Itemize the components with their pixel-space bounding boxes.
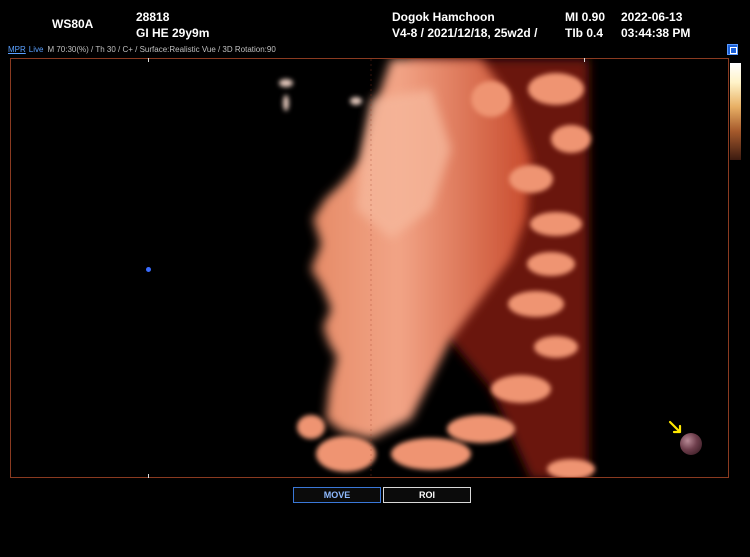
mpr-mode-label[interactable]: MPR xyxy=(8,45,26,54)
frame-tick xyxy=(584,58,585,62)
frame-tick xyxy=(148,58,149,62)
exam-time: 03:44:38 PM xyxy=(621,26,691,40)
render-params: M 70:30(%) / Th 30 / C+ / Surface:Realis… xyxy=(47,45,276,54)
patient-id: 28818 xyxy=(136,10,170,24)
move-button[interactable]: MOVE xyxy=(293,487,381,503)
frame-tick xyxy=(148,474,149,478)
fetal-3d-render xyxy=(279,59,595,477)
imaging-status-line: MPR Live M 70:30(%) / Th 30 / C+ / Surface… xyxy=(8,45,276,54)
grayscale-colorbar xyxy=(730,63,741,160)
patient-info: GI HE 29y9m xyxy=(136,26,210,40)
exam-date: 2022-06-13 xyxy=(621,10,683,24)
cursor-marker[interactable] xyxy=(146,267,151,272)
device-model: WS80A xyxy=(52,17,94,31)
ultrasound-3d-viewport[interactable] xyxy=(10,58,729,478)
thermal-index: TIb 0.4 xyxy=(565,26,604,40)
live-label: Live xyxy=(28,45,44,54)
roi-button[interactable]: ROI xyxy=(383,487,471,503)
probe-info: V4-8 / 2021/12/18, 25w2d / xyxy=(392,26,538,40)
view-layout-icon[interactable] xyxy=(727,44,738,55)
mechanical-index: MI 0.90 xyxy=(565,10,606,24)
arrow-icon xyxy=(668,420,682,434)
hospital-name: Dogok Hamchoon xyxy=(392,10,495,24)
orientation-sphere-icon[interactable] xyxy=(680,433,702,455)
